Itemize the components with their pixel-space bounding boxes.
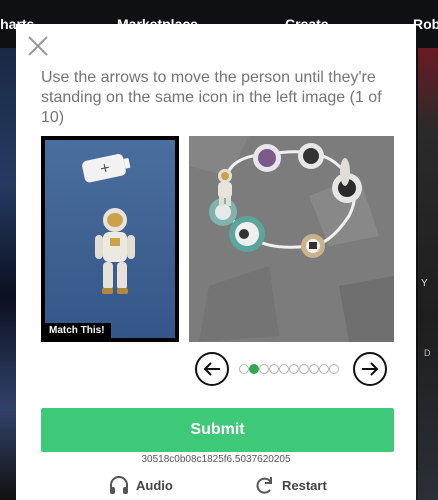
audio-label: Audio xyxy=(136,477,173,493)
pagination-dot[interactable] xyxy=(259,364,269,374)
restart-icon xyxy=(256,477,272,494)
session-id: 30518c0b08c1825f6.5037620205 xyxy=(141,454,291,465)
submit-button[interactable]: Submit xyxy=(41,408,394,452)
icon-platform-2 xyxy=(298,143,324,169)
restart-button[interactable]: Restart xyxy=(254,472,327,498)
arrow-right-icon xyxy=(362,362,379,376)
pagination-dot[interactable] xyxy=(249,364,259,374)
pagination-dot[interactable] xyxy=(319,364,329,374)
reference-image-panel: Match This! xyxy=(41,136,179,342)
pagination-dot[interactable] xyxy=(269,364,279,374)
next-arrow-button[interactable] xyxy=(353,352,387,386)
pagination-dot[interactable] xyxy=(309,364,319,374)
restart-label: Restart xyxy=(282,477,327,493)
background-right-text: Y xyxy=(421,278,428,289)
navigation-controls xyxy=(16,352,416,388)
instruction-text: Use the arrows to move the person until … xyxy=(41,69,382,126)
nav-item-rob: Rob xyxy=(413,16,438,32)
close-icon xyxy=(28,36,48,56)
previous-arrow-button[interactable] xyxy=(195,352,229,386)
close-button[interactable] xyxy=(26,34,50,58)
icon-platform-6 xyxy=(301,234,325,258)
icon-platform-5 xyxy=(229,216,265,252)
battery-icon xyxy=(82,154,131,183)
match-this-label: Match This! xyxy=(45,323,111,338)
pagination-dot[interactable] xyxy=(289,364,299,374)
puzzle-scene-graphic xyxy=(189,136,394,342)
pagination-dot[interactable] xyxy=(279,364,289,374)
headphones-icon xyxy=(110,476,128,494)
icon-platform-1 xyxy=(253,144,281,172)
background-right-text-2: D xyxy=(424,348,431,358)
pagination-dot[interactable] xyxy=(329,364,339,374)
arrow-left-icon xyxy=(203,362,220,376)
reference-scene xyxy=(82,154,135,294)
pagination-dot[interactable] xyxy=(239,364,249,374)
puzzle-scene xyxy=(189,136,394,342)
audio-button[interactable]: Audio xyxy=(108,472,173,498)
background-right-strip: Y D xyxy=(418,48,438,500)
captcha-modal: Use the arrows to move the person until … xyxy=(16,24,416,500)
reference-image: Match This! xyxy=(45,140,175,338)
astronaut-icon xyxy=(95,208,135,294)
pagination-dot[interactable] xyxy=(299,364,309,374)
